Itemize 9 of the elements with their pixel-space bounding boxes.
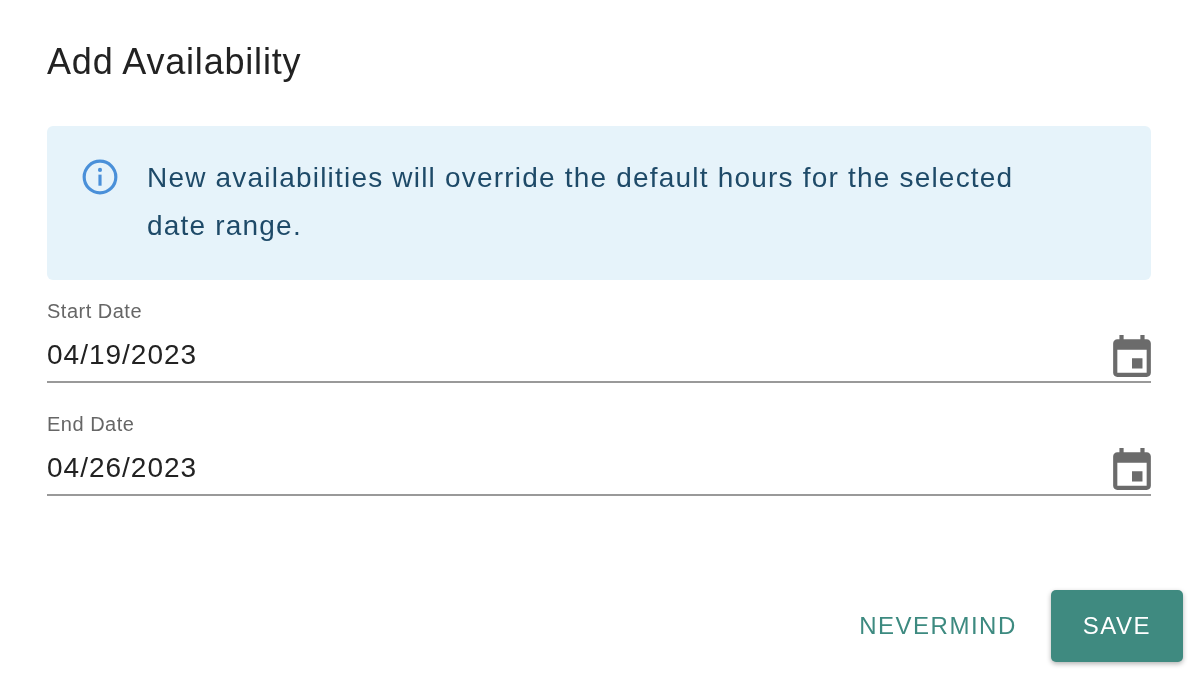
save-button[interactable]: SAVE xyxy=(1050,590,1183,662)
calendar-icon[interactable] xyxy=(1113,446,1151,490)
info-message: New availabilities will override the default hours for the selected date range. xyxy=(147,161,1015,243)
dialog-title: Add Availability xyxy=(47,40,303,84)
info-icon xyxy=(81,158,119,196)
field-label: End Date xyxy=(47,413,136,436)
field-label: Start Date xyxy=(47,300,144,323)
cancel-button[interactable]: NEVERMIND xyxy=(855,590,1021,662)
calendar-icon[interactable] xyxy=(1113,333,1151,377)
